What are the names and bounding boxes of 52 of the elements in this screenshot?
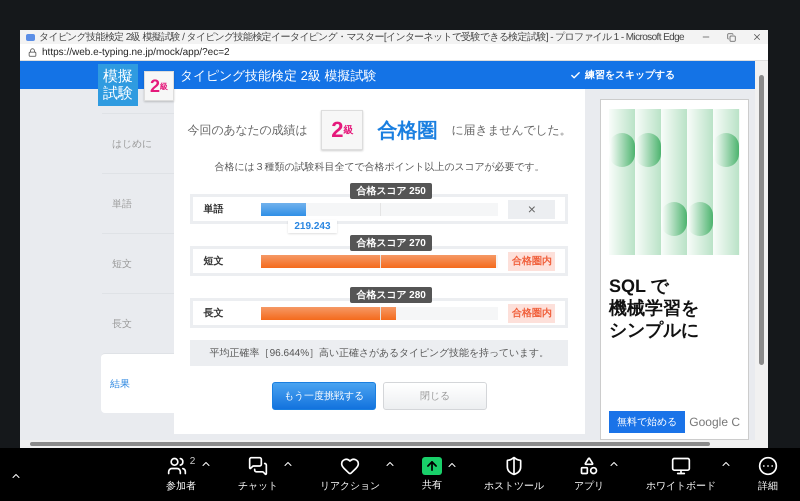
pass-badge: 合格圏内 — [508, 252, 556, 270]
subject-label: 長文 — [203, 306, 224, 320]
logo-text: 試験 — [103, 85, 133, 102]
people-icon — [166, 456, 187, 476]
toolbar-button[interactable]: ホワイトボード — [642, 456, 720, 493]
tab-icon — [26, 34, 35, 40]
vertical-scrollbar[interactable] — [755, 61, 768, 448]
ad-headline: SQL で — [609, 275, 670, 297]
address-bar[interactable]: https://web.e-typing.ne.jp/mock/app/?ec=2 — [42, 46, 230, 58]
lock-icon — [28, 48, 37, 56]
horizontal-scrollbar[interactable] — [20, 440, 755, 448]
pass-badge: 合格圏内 — [508, 304, 556, 322]
shapes-icon — [579, 456, 599, 476]
ad-headline: 機械学習を — [609, 297, 700, 319]
shield-icon — [504, 456, 524, 476]
toolbar-button[interactable]: ホストツール — [480, 456, 548, 493]
chat-icon — [248, 456, 268, 476]
monitor-icon — [671, 456, 691, 476]
accuracy-message: 平均正確率［96.644%］高い正確さがあるタイピング技能を持っています。 — [190, 340, 568, 366]
pass-note: 合格には３種類の試験科目全てで合格ポイント以上のスコアが必要です。 — [214, 160, 544, 174]
participant-count: 2 — [190, 456, 196, 467]
sidebar-item[interactable]: 結果 — [101, 353, 174, 413]
ad-button[interactable]: 無料で始める — [609, 411, 685, 433]
ad-brand: Google C — [689, 415, 740, 429]
window-title: タイピング技能検定 2級 模擬試験 / タイピング技能検定イータイピング・マスター[インターネットで受験できる検定試験] - プロファイル 1 - Microsoft Edge — [39, 30, 686, 44]
share-icon — [422, 457, 442, 475]
result-lead: 今回のあなたの成績は — [187, 122, 308, 138]
skip-checkbox[interactable] — [570, 70, 581, 80]
toolbar-button[interactable]: アプリ — [570, 456, 608, 493]
subject-label: 短文 — [203, 254, 224, 268]
toolbar-button[interactable]: 詳細 — [754, 456, 782, 493]
ad-headline: シンプルに — [609, 319, 700, 341]
more-icon — [758, 456, 778, 476]
toolbar-button[interactable]: 2 参加者 — [162, 456, 200, 493]
toolbar-button[interactable]: チャット — [234, 456, 282, 493]
result-tail: に届きませんでした。 — [451, 122, 572, 138]
close-icon[interactable] — [752, 32, 762, 42]
heart-icon — [340, 456, 360, 476]
toolbar-button[interactable]: リアクション — [316, 456, 384, 493]
skip-label: 練習をスキップする — [585, 68, 675, 82]
score-value: 219.243 — [288, 220, 337, 233]
pass-score-tooltip: 合格スコア 280 — [350, 287, 432, 303]
pass-score-tooltip: 合格スコア 270 — [350, 235, 432, 251]
pass-score-tooltip: 合格スコア 250 — [350, 183, 432, 199]
page-title: タイピング技能検定 2級 模擬試験 — [180, 67, 378, 85]
logo-text: 模擬 — [103, 68, 133, 85]
restore-icon[interactable] — [727, 32, 736, 42]
result-target: 合格圏 — [377, 118, 438, 144]
fail-mark: × — [508, 200, 556, 218]
subject-label: 単語 — [203, 202, 224, 216]
toolbar-button[interactable]: 共有 — [418, 457, 446, 492]
retry-button[interactable]: もう一度挑戦する — [272, 382, 376, 410]
